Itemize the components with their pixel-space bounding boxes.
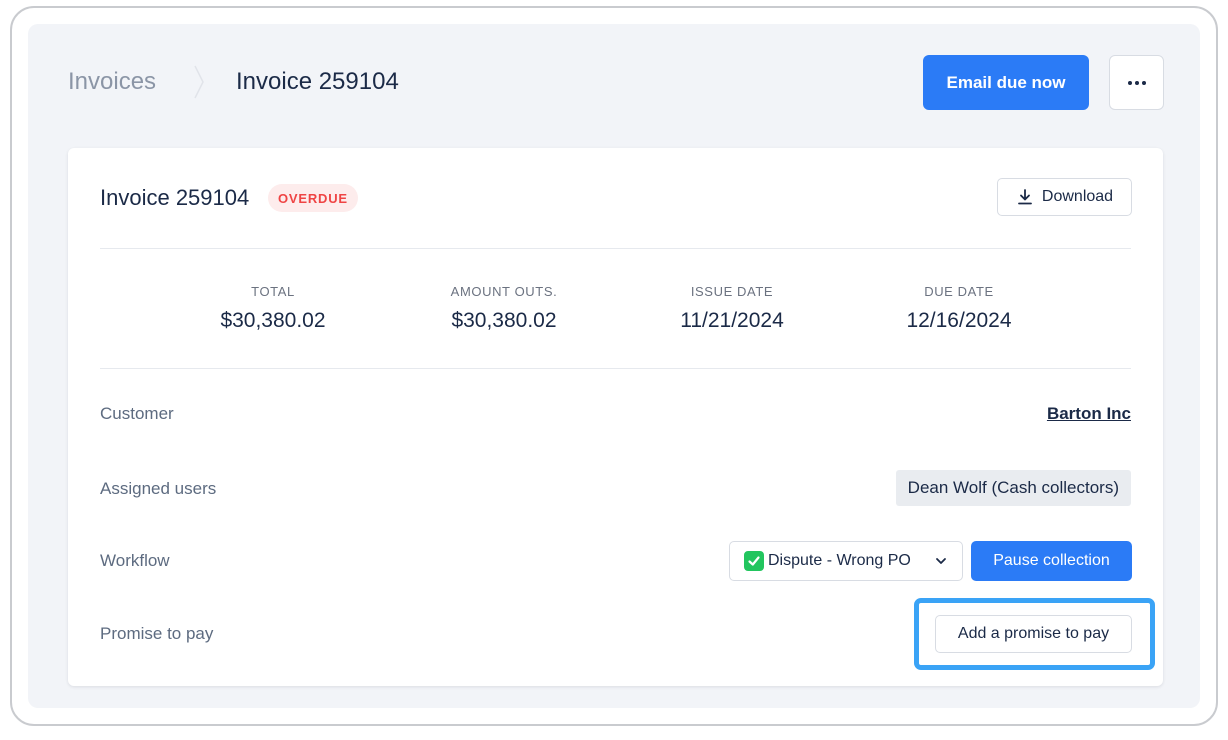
stat-value: 11/21/2024 (680, 309, 784, 332)
stat-due-date: DUE DATE 12/16/2024 (849, 284, 1069, 334)
status-badge: OVERDUE (268, 184, 358, 212)
download-label: Download (1041, 188, 1114, 205)
more-options-button[interactable] (1109, 55, 1164, 110)
stat-amount-outstanding: AMOUNT OUTS. $30,380.02 (394, 284, 614, 334)
more-horizontal-icon (1127, 80, 1132, 85)
workflow-label: Workflow (100, 551, 170, 570)
workflow-value: Dispute - Wrong PO (768, 552, 911, 569)
check-mark-icon (744, 551, 764, 571)
invoice-card: Invoice 259104 OVERDUE Download TOTAL $3… (68, 148, 1163, 686)
download-icon (1018, 189, 1032, 205)
stat-label: ISSUE DATE (690, 284, 774, 299)
email-due-now-button[interactable]: Email due now (923, 55, 1089, 110)
stat-label: TOTAL (251, 284, 295, 299)
stat-label: DUE DATE (924, 284, 994, 299)
customer-label: Customer (100, 404, 174, 423)
chevron-down-icon (934, 554, 948, 568)
stat-label: AMOUNT OUTS. (450, 284, 558, 299)
promise-to-pay-label: Promise to pay (100, 624, 214, 643)
breadcrumb-invoices-link[interactable]: Invoices (68, 66, 156, 98)
more-dot (1141, 80, 1146, 85)
customer-link[interactable]: Barton Inc (1047, 403, 1131, 425)
more-dot (1134, 80, 1139, 85)
stat-value: 12/16/2024 (906, 309, 1012, 332)
assigned-user-chip[interactable]: Dean Wolf (Cash collectors) (895, 470, 1131, 506)
stat-value: $30,380.02 (451, 309, 557, 332)
invoice-title: Invoice 259104 (100, 185, 250, 210)
add-promise-to-pay-button[interactable]: Add a promise to pay (935, 615, 1132, 653)
stat-value: $30,380.02 (220, 309, 326, 332)
download-button[interactable]: Download (997, 178, 1132, 216)
page-title: Invoice 259104 (236, 68, 399, 95)
stat-total: TOTAL $30,380.02 (163, 284, 383, 334)
workflow-select[interactable]: Dispute - Wrong PO (729, 541, 963, 581)
assigned-users-label: Assigned users (100, 479, 217, 498)
divider (100, 368, 1131, 369)
breadcrumb-separator-icon (194, 65, 204, 99)
pause-collection-button[interactable]: Pause collection (971, 541, 1132, 581)
divider (100, 248, 1131, 249)
stat-issue-date: ISSUE DATE 11/21/2024 (622, 284, 842, 334)
